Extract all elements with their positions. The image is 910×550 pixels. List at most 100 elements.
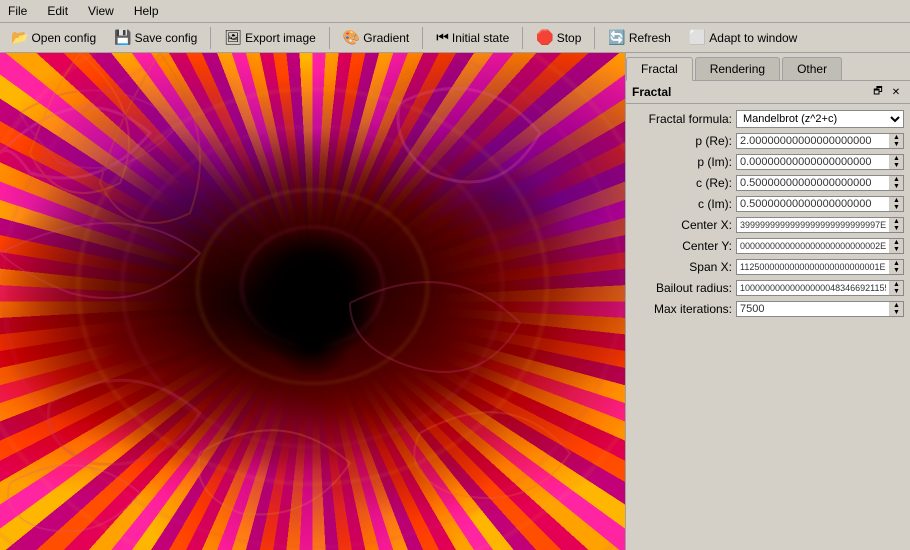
span-x-spinners: ▲ ▼: [889, 260, 903, 274]
export-image-label: Export image: [245, 31, 316, 45]
span-x-down[interactable]: ▼: [890, 267, 903, 274]
c-re-input[interactable]: [737, 176, 889, 190]
bailout-radius-row: Bailout radius: ▲ ▼: [632, 280, 904, 296]
p-re-up[interactable]: ▲: [890, 134, 903, 141]
adapt-icon: ⬜: [689, 29, 706, 46]
p-re-input-wrap: ▲ ▼: [736, 133, 904, 149]
c-im-input-wrap: ▲ ▼: [736, 196, 904, 212]
p-im-input[interactable]: [737, 155, 889, 169]
max-iterations-input-wrap: ▲ ▼: [736, 301, 904, 317]
separator-4: [522, 27, 523, 49]
adapt-to-window-button[interactable]: ⬜ Adapt to window: [682, 26, 805, 49]
fractal-canvas[interactable]: [0, 53, 625, 550]
c-re-label: c (Re):: [632, 176, 732, 190]
stop-button[interactable]: 🛑 Stop: [529, 26, 588, 49]
c-re-row: c (Re): ▲ ▼: [632, 175, 904, 191]
fractal-swirls: [0, 53, 625, 550]
open-config-button[interactable]: 📂 Open config: [4, 26, 103, 49]
fractal-formula-input-wrap: Mandelbrot (z^2+c) Julia Burning Ship Tr…: [736, 110, 904, 128]
span-x-label: Span X:: [632, 260, 732, 274]
refresh-label: Refresh: [629, 31, 671, 45]
p-re-down[interactable]: ▼: [890, 141, 903, 148]
p-im-input-wrap: ▲ ▼: [736, 154, 904, 170]
p-re-row: p (Re): ▲ ▼: [632, 133, 904, 149]
center-x-label: Center X:: [632, 218, 732, 232]
bailout-radius-spinners: ▲ ▼: [889, 281, 903, 295]
refresh-button[interactable]: 🔄 Refresh: [601, 26, 677, 49]
center-y-up[interactable]: ▲: [890, 239, 903, 246]
span-x-input-wrap: ▲ ▼: [736, 259, 904, 275]
fractal-formula-label: Fractal formula:: [632, 112, 732, 126]
form-area: Fractal formula: Mandelbrot (z^2+c) Juli…: [626, 104, 910, 550]
separator-2: [329, 27, 330, 49]
bailout-radius-input-wrap: ▲ ▼: [736, 280, 904, 296]
center-y-down[interactable]: ▼: [890, 246, 903, 253]
max-iterations-row: Max iterations: ▲ ▼: [632, 301, 904, 317]
main-area: Fractal Rendering Other Fractal 🗗 ✕ Frac…: [0, 53, 910, 550]
panel-close-icon[interactable]: ✕: [888, 84, 904, 100]
c-im-spinners: ▲ ▼: [889, 197, 903, 211]
tab-bar: Fractal Rendering Other: [626, 53, 910, 81]
menu-file[interactable]: File: [4, 2, 31, 20]
export-image-button[interactable]: 🖼 Export image: [217, 26, 322, 49]
center-x-up[interactable]: ▲: [890, 218, 903, 225]
panel-icons: 🗗 ✕: [870, 84, 904, 100]
max-iterations-spinners: ▲ ▼: [889, 302, 903, 316]
c-im-row: c (Im): ▲ ▼: [632, 196, 904, 212]
p-re-label: p (Re):: [632, 134, 732, 148]
open-config-icon: 📂: [11, 29, 28, 46]
center-x-input[interactable]: [737, 218, 889, 232]
center-x-spinners: ▲ ▼: [889, 218, 903, 232]
bailout-radius-up[interactable]: ▲: [890, 281, 903, 288]
menu-help[interactable]: Help: [130, 2, 163, 20]
save-config-button[interactable]: 💾 Save config: [107, 26, 204, 49]
max-iterations-down[interactable]: ▼: [890, 309, 903, 316]
initial-state-label: Initial state: [452, 31, 509, 45]
tab-fractal[interactable]: Fractal: [626, 57, 693, 81]
center-y-label: Center Y:: [632, 239, 732, 253]
p-re-spinners: ▲ ▼: [889, 134, 903, 148]
center-x-down[interactable]: ▼: [890, 225, 903, 232]
bailout-radius-down[interactable]: ▼: [890, 288, 903, 295]
initial-state-button[interactable]: ⏮ Initial state: [429, 26, 516, 49]
fractal-formula-select[interactable]: Mandelbrot (z^2+c) Julia Burning Ship Tr…: [737, 111, 903, 127]
span-x-input[interactable]: [737, 260, 889, 274]
max-iterations-label: Max iterations:: [632, 302, 732, 316]
c-im-label: c (Im):: [632, 197, 732, 211]
separator-3: [422, 27, 423, 49]
p-re-input[interactable]: [737, 134, 889, 148]
p-im-down[interactable]: ▼: [890, 162, 903, 169]
c-im-down[interactable]: ▼: [890, 204, 903, 211]
c-re-up[interactable]: ▲: [890, 176, 903, 183]
menu-edit[interactable]: Edit: [43, 2, 72, 20]
c-im-input[interactable]: [737, 197, 889, 211]
max-iterations-up[interactable]: ▲: [890, 302, 903, 309]
open-config-label: Open config: [31, 31, 96, 45]
tab-other[interactable]: Other: [782, 57, 842, 80]
panel-restore-icon[interactable]: 🗗: [870, 84, 886, 100]
save-config-icon: 💾: [114, 29, 131, 46]
span-x-row: Span X: ▲ ▼: [632, 259, 904, 275]
bailout-radius-input[interactable]: [737, 281, 889, 295]
stop-icon: 🛑: [536, 29, 553, 46]
gradient-label: Gradient: [363, 31, 409, 45]
center-y-input[interactable]: [737, 239, 889, 253]
tab-rendering[interactable]: Rendering: [695, 57, 780, 80]
toolbar: 📂 Open config 💾 Save config 🖼 Export ima…: [0, 23, 910, 53]
gradient-button[interactable]: 🎨 Gradient: [336, 26, 416, 49]
max-iterations-input[interactable]: [737, 302, 889, 316]
p-im-up[interactable]: ▲: [890, 155, 903, 162]
menu-view[interactable]: View: [84, 2, 118, 20]
right-panel: Fractal Rendering Other Fractal 🗗 ✕ Frac…: [625, 53, 910, 550]
menubar: File Edit View Help: [0, 0, 910, 23]
span-x-up[interactable]: ▲: [890, 260, 903, 267]
c-im-up[interactable]: ▲: [890, 197, 903, 204]
c-re-down[interactable]: ▼: [890, 183, 903, 190]
center-y-row: Center Y: ▲ ▼: [632, 238, 904, 254]
center-y-input-wrap: ▲ ▼: [736, 238, 904, 254]
center-y-spinners: ▲ ▼: [889, 239, 903, 253]
separator-5: [594, 27, 595, 49]
center-x-row: Center X: ▲ ▼: [632, 217, 904, 233]
p-im-spinners: ▲ ▼: [889, 155, 903, 169]
refresh-icon: 🔄: [608, 29, 625, 46]
